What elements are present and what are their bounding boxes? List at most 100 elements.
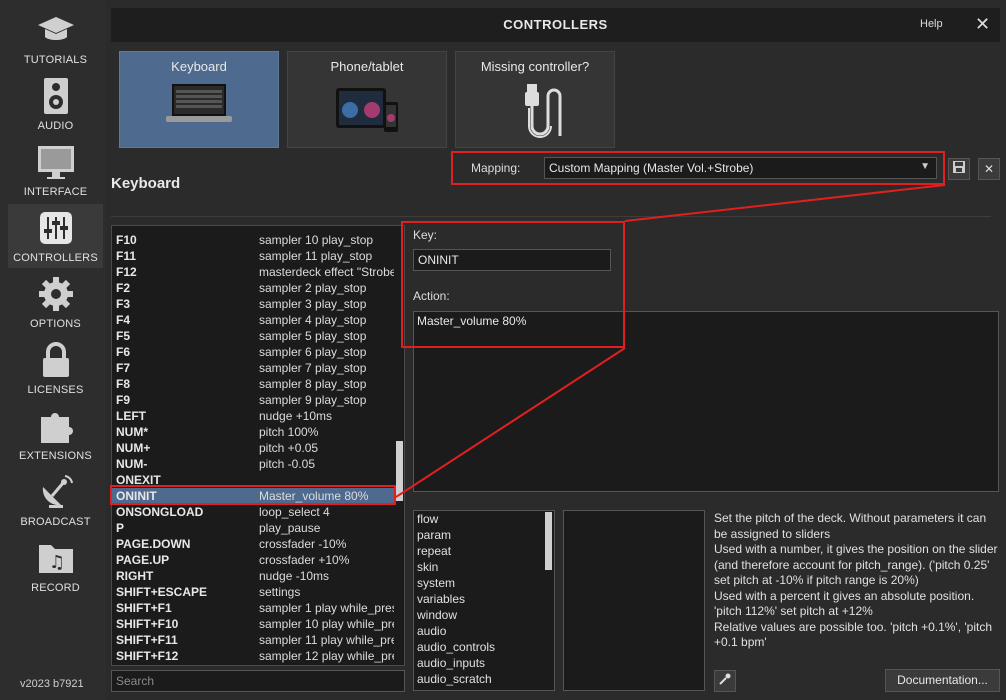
- sidebar-item-audio[interactable]: AUDIO: [8, 72, 103, 136]
- key-action: sampler 1 play while_pressed: [259, 601, 394, 615]
- key-list-row[interactable]: SHIFT+F1 sampler 1 play while_pressed: [112, 600, 396, 616]
- tile-keyboard[interactable]: Keyboard: [119, 51, 279, 148]
- verb-item[interactable]: audio_controls: [417, 640, 495, 654]
- key-list-row[interactable]: F7 sampler 7 play_stop: [112, 360, 396, 376]
- key-name: SHIFT+F1: [116, 601, 172, 615]
- key-list-row[interactable]: F10 sampler 10 play_stop: [112, 232, 396, 248]
- key-list-row[interactable]: F11 sampler 11 play_stop: [112, 248, 396, 264]
- key-action: sampler 6 play_stop: [259, 345, 367, 359]
- key-list-scrollbar[interactable]: [396, 441, 403, 501]
- key-action: masterdeck effect "Strobe": [259, 265, 394, 279]
- verb-item[interactable]: system: [417, 576, 455, 590]
- key-list-row[interactable]: F9 sampler 9 play_stop: [112, 392, 396, 408]
- documentation-button[interactable]: Documentation...: [885, 669, 1000, 692]
- speaker-icon: [36, 76, 76, 116]
- key-list-row[interactable]: F12 masterdeck effect "Strobe": [112, 264, 396, 280]
- key-action: loop_select 4: [259, 505, 330, 519]
- key-action: sampler 7 play_stop: [259, 361, 367, 375]
- search-box[interactable]: [111, 670, 405, 692]
- key-action: sampler 9 play_stop: [259, 393, 367, 407]
- puzzle-icon: [36, 406, 76, 446]
- verb-item[interactable]: window: [417, 608, 457, 622]
- key-list-row[interactable]: Pplay_pause: [112, 520, 396, 536]
- search-input[interactable]: [116, 674, 400, 688]
- key-list-row[interactable]: RIGHT nudge -10ms: [112, 568, 396, 584]
- key-action: crossfader -10%: [259, 537, 347, 551]
- key-name: F7: [116, 361, 131, 375]
- annotation-row-box: [110, 485, 396, 505]
- key-list-row[interactable]: F8 sampler 8 play_stop: [112, 376, 396, 392]
- key-name: PAGE.DOWN: [116, 537, 191, 551]
- key-list-row[interactable]: F2 sampler 2 play_stop: [112, 280, 396, 296]
- key-name: SHIFT+F10: [116, 617, 179, 631]
- key-list-row[interactable]: NUM* pitch 100%: [112, 424, 396, 440]
- save-mapping-button[interactable]: [948, 158, 970, 180]
- key-action: sampler 10 play while_pressed: [259, 617, 394, 631]
- delete-mapping-button[interactable]: ✕: [978, 158, 1000, 180]
- verb-item[interactable]: variables: [417, 592, 465, 606]
- tile-missing-controller[interactable]: Missing controller?: [455, 51, 615, 148]
- sidebar-item-extensions[interactable]: EXTENSIONS: [8, 402, 103, 466]
- verb-item[interactable]: param: [417, 528, 451, 542]
- sidebar-item-interface[interactable]: INTERFACE: [8, 138, 103, 202]
- verb-category-list[interactable]: flow param repeat skin system variables window…: [413, 510, 555, 691]
- title-bar: CONTROLLERS Help ✕: [111, 8, 1000, 42]
- key-action: nudge -10ms: [259, 569, 330, 583]
- key-list-row[interactable]: SHIFT+ESCAPE settings: [112, 584, 396, 600]
- key-list-row[interactable]: NUM+ pitch +0.05: [112, 440, 396, 456]
- svg-text:♫: ♫: [49, 552, 65, 573]
- key-list-row[interactable]: NUM-pitch -0.05: [112, 456, 396, 472]
- eyedropper-icon: [719, 673, 731, 685]
- verb-item[interactable]: flow: [417, 512, 438, 526]
- key-list-row[interactable]: ONSONGLOAD loop_select 4: [112, 504, 396, 520]
- tile-phone-tablet[interactable]: Phone/tablet: [287, 51, 447, 148]
- verb-item[interactable]: audio_inputs: [417, 656, 485, 670]
- key-name: F11: [116, 249, 137, 263]
- key-name: F5: [116, 329, 131, 343]
- key-list-row[interactable]: F6 sampler 6 play_stop: [112, 344, 396, 360]
- sidebar-item-broadcast[interactable]: BROADCAST: [8, 468, 103, 532]
- verb-item[interactable]: audio_scratch: [417, 672, 492, 686]
- gear-icon: [36, 274, 76, 314]
- key-list-row[interactable]: F3 sampler 3 play_stop: [112, 296, 396, 312]
- key-name: SHIFT+ESCAPE: [116, 585, 208, 599]
- sidebar-item-licenses[interactable]: LICENSES: [8, 336, 103, 400]
- key-list-row[interactable]: F5 sampler 5 play_stop: [112, 328, 396, 344]
- key-list-row[interactable]: SHIFT+F12 sampler 12 play while_pressed: [112, 648, 396, 664]
- key-name: F6: [116, 345, 131, 359]
- tile-label: Phone/tablet: [330, 59, 404, 74]
- key-action: sampler 3 play_stop: [259, 297, 367, 311]
- sidebar-item-label: CONTROLLERS: [13, 252, 98, 264]
- help-link[interactable]: Help: [920, 18, 943, 30]
- key-list-row[interactable]: SHIFT+F10 sampler 10 play while_pressed: [112, 616, 396, 632]
- sidebar-item-tutorials[interactable]: TUTORIALS: [8, 6, 103, 70]
- keyboard-laptop-icon: [120, 82, 278, 133]
- verb-list-scrollbar[interactable]: [545, 512, 552, 570]
- verb-item[interactable]: repeat: [417, 544, 451, 558]
- verb-item[interactable]: audio: [417, 624, 446, 638]
- key-action: sampler 8 play_stop: [259, 377, 367, 391]
- sidebar-item-options[interactable]: OPTIONS: [8, 270, 103, 334]
- sidebar-item-controllers[interactable]: CONTROLLERS: [8, 204, 103, 268]
- key-list-row[interactable]: PAGE.UP crossfader +10%: [112, 552, 396, 568]
- key-name: F2: [116, 281, 131, 295]
- key-action: sampler 12 play while_pressed: [259, 649, 394, 663]
- key-action: settings: [259, 585, 301, 599]
- sidebar-item-record[interactable]: ♫ RECORD: [8, 534, 103, 598]
- key-name: P: [116, 521, 125, 535]
- tile-label: Keyboard: [171, 59, 227, 74]
- sidebar: TUTORIALS AUDIO INTERFACE CONTROLLERS OP…: [0, 0, 106, 700]
- key-list-row[interactable]: LEFT nudge +10ms: [112, 408, 396, 424]
- key-action: nudge +10ms: [259, 409, 333, 423]
- satellite-dish-icon: [36, 472, 76, 512]
- close-button[interactable]: ✕: [975, 14, 990, 34]
- key-list[interactable]: F10 sampler 10 play_stop F11 sampler 11 pla…: [111, 225, 405, 666]
- verb-item[interactable]: skin: [417, 560, 438, 574]
- key-list-row[interactable]: F4 sampler 4 play_stop: [112, 312, 396, 328]
- key-name: LEFT: [116, 409, 146, 423]
- lock-icon: [36, 340, 76, 380]
- key-list-row[interactable]: PAGE.DOWN crossfader -10%: [112, 536, 396, 552]
- key-list-row[interactable]: SHIFT+F11 sampler 11 play while_pressed: [112, 632, 396, 648]
- picker-button[interactable]: [714, 670, 736, 692]
- verb-list[interactable]: [563, 510, 705, 691]
